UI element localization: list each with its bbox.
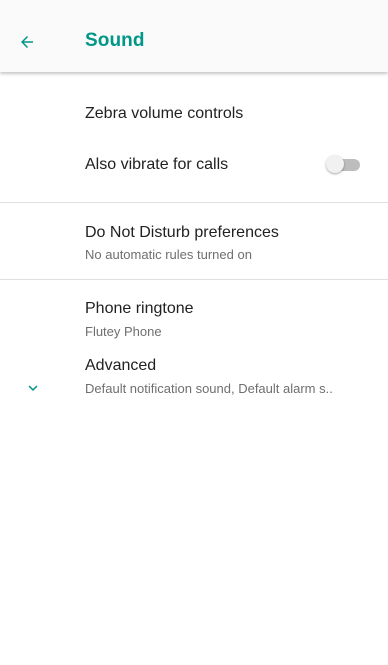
setting-title: Advanced — [85, 357, 157, 374]
page-title: Sound — [85, 30, 145, 51]
app-bar: Sound — [0, 0, 388, 72]
setting-title: Zebra volume controls — [85, 105, 244, 122]
back-button[interactable] — [18, 24, 58, 60]
setting-summary: Flutey Phone — [85, 324, 162, 339]
setting-advanced[interactable]: Advanced Default notification sound, Def… — [0, 356, 388, 432]
settings-screen: Sound Zebra volume controls Also vibrate… — [0, 0, 388, 665]
chevron-down-icon — [28, 385, 38, 391]
setting-summary: No automatic rules turned on — [85, 247, 252, 262]
toggle-thumb — [326, 155, 344, 173]
setting-title: Phone ringtone — [85, 300, 194, 317]
setting-title: Also vibrate for calls — [85, 156, 229, 173]
vibrate-toggle-switch[interactable] — [326, 153, 364, 175]
setting-summary: Default notification sound, Default alar… — [85, 381, 333, 396]
setting-phone-ringtone[interactable]: Phone ringtone Flutey Phone — [0, 280, 388, 356]
setting-do-not-disturb[interactable]: Do Not Disturb preferences No automatic … — [0, 203, 388, 279]
arrow-back-icon — [21, 36, 33, 48]
setting-title: Do Not Disturb preferences — [85, 224, 279, 241]
settings-list: Zebra volume controls Also vibrate for c… — [0, 72, 388, 432]
setting-zebra-volume-controls[interactable]: Zebra volume controls — [0, 72, 388, 134]
setting-vibrate-for-calls[interactable]: Also vibrate for calls — [0, 134, 388, 202]
